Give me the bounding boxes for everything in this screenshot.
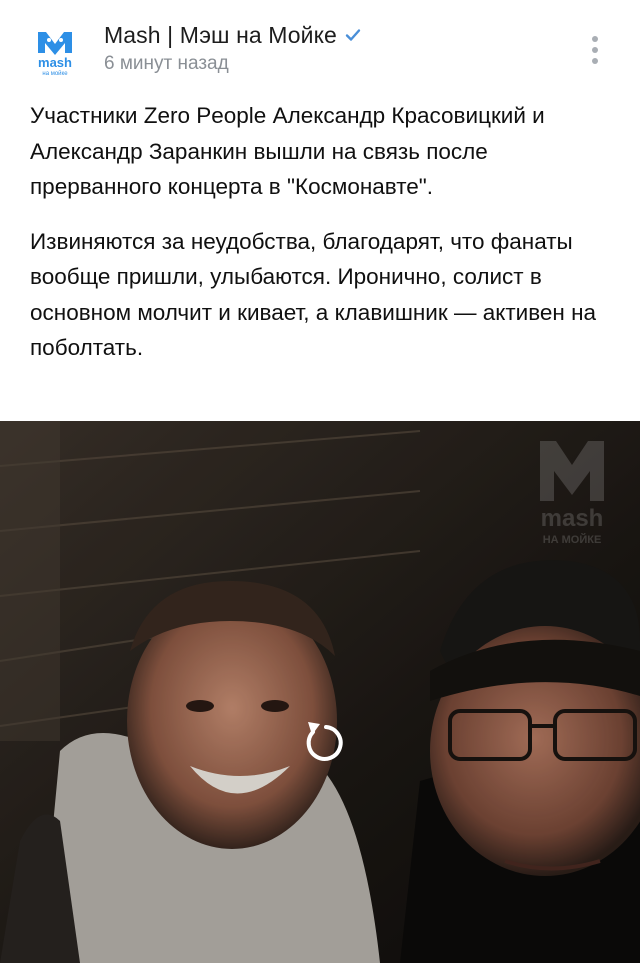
- post-body: Участники Zero People Александр Красовиц…: [30, 98, 620, 366]
- mash-logo: mash на мойке: [38, 32, 72, 77]
- logo-word: mash: [38, 55, 72, 70]
- channel-avatar[interactable]: mash на мойке: [24, 18, 86, 80]
- channel-name[interactable]: Mash | Мэш на Мойке: [104, 22, 337, 49]
- logo-sub: на мойке: [42, 70, 68, 77]
- replay-icon[interactable]: [298, 714, 346, 766]
- post-header: mash на мойке Mash | Мэш на Мойке 6 мину…: [0, 0, 640, 95]
- more-vertical-icon[interactable]: [584, 30, 606, 70]
- verified-check-icon: [344, 26, 362, 44]
- video-frame: mash НА МОЙКЕ: [0, 421, 640, 963]
- channel-name-row: Mash | Мэш на Мойке: [104, 20, 362, 50]
- video-player[interactable]: mash НА МОЙКЕ: [0, 421, 640, 963]
- post-paragraph-2: Извиняются за неудобства, благодарят, чт…: [30, 228, 597, 361]
- post-timestamp: 6 минут назад: [104, 53, 229, 74]
- post-paragraph-1: Участники Zero People Александр Красовиц…: [30, 103, 545, 199]
